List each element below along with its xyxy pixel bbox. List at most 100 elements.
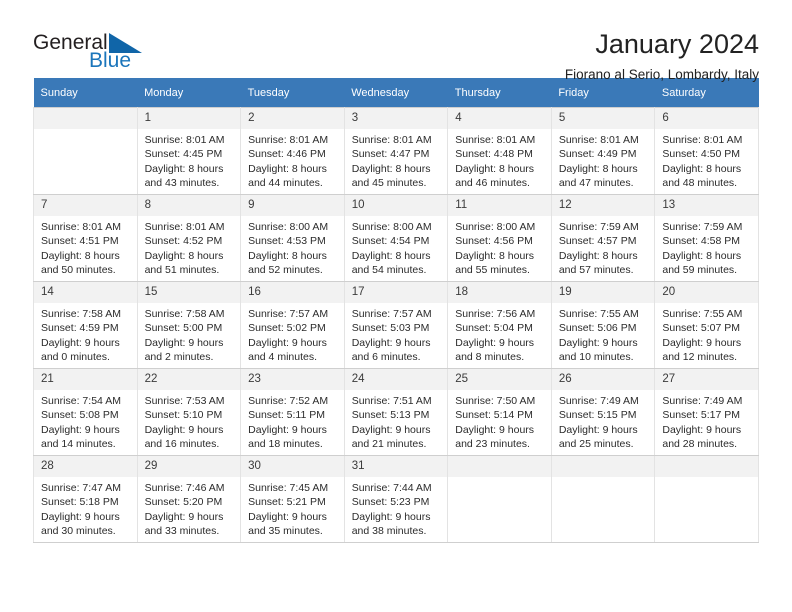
day-number: 31 [344, 456, 448, 477]
day-details: Sunrise: 8:01 AM Sunset: 4:49 PM Daylight:… [552, 129, 655, 190]
day-number: 20 [655, 282, 758, 303]
day-number: 30 [241, 456, 344, 477]
day-number: 13 [655, 195, 758, 216]
sunset-time: Sunset: 5:04 PM [455, 322, 533, 335]
calendar-day-cell[interactable]: 31 Sunrise: 7:44 AM Sunset: 5:23 PM Dayligh… [343, 455, 449, 543]
daylight-duration-line1: Daylight: 9 hours [558, 336, 638, 349]
calendar-day-cell[interactable]: 1 Sunrise: 8:01 AM Sunset: 4:45 PM Daylight… [136, 107, 242, 195]
calendar-day-cell[interactable]: 10 Sunrise: 8:00 AM Sunset: 4:54 PM Dayligh… [343, 194, 449, 282]
sunset-time: Sunset: 5:21 PM [248, 496, 326, 509]
sunrise-time: Sunrise: 8:00 AM [248, 221, 329, 233]
calendar-day-cell[interactable]: 7 Sunrise: 8:01 AM Sunset: 4:51 PM Daylight… [33, 194, 138, 282]
day-details: Sunrise: 7:47 AM Sunset: 5:18 PM Daylight:… [34, 477, 137, 538]
calendar-day-cell[interactable]: 28 Sunrise: 7:47 AM Sunset: 5:18 PM Dayligh… [33, 455, 138, 543]
day-details: Sunrise: 7:50 AM Sunset: 5:14 PM Daylight:… [448, 390, 551, 451]
day-details [34, 129, 137, 133]
sunset-time: Sunset: 4:53 PM [248, 235, 326, 248]
sunrise-time: Sunrise: 8:01 AM [455, 134, 536, 146]
calendar-day-cell[interactable]: 18 Sunrise: 7:56 AM Sunset: 5:04 PM Dayligh… [447, 281, 552, 369]
day-number: 6 [655, 108, 758, 129]
calendar-day-cell[interactable]: 20 Sunrise: 7:55 AM Sunset: 5:07 PM Dayligh… [654, 281, 759, 369]
sunrise-time: Sunrise: 7:53 AM [144, 395, 225, 407]
sunset-time: Sunset: 5:13 PM [351, 409, 430, 422]
calendar-cell-empty [550, 455, 656, 543]
weekday-header-tuesday: Tuesday [240, 78, 345, 108]
calendar-day-cell[interactable]: 12 Sunrise: 7:59 AM Sunset: 4:57 PM Dayligh… [550, 194, 656, 282]
daylight-duration-line2: and 6 minutes. [351, 350, 421, 363]
daylight-duration-line2: and 25 minutes. [558, 437, 634, 450]
calendar-day-cell[interactable]: 26 Sunrise: 7:49 AM Sunset: 5:15 PM Dayligh… [550, 368, 656, 456]
sunset-time: Sunset: 5:20 PM [144, 496, 223, 509]
sunset-time: Sunset: 4:47 PM [351, 148, 430, 161]
calendar-day-cell[interactable]: 11 Sunrise: 8:00 AM Sunset: 4:56 PM Dayligh… [447, 194, 552, 282]
daylight-duration-line2: and 46 minutes. [455, 176, 530, 189]
daylight-duration-line2: and 14 minutes. [41, 437, 116, 450]
sunrise-time: Sunrise: 7:55 AM [662, 308, 743, 320]
sunrise-time: Sunrise: 7:54 AM [41, 395, 121, 407]
day-details: Sunrise: 8:01 AM Sunset: 4:48 PM Daylight:… [448, 129, 551, 190]
calendar-day-cell[interactable]: 5 Sunrise: 8:01 AM Sunset: 4:49 PM Daylight… [550, 107, 656, 195]
calendar-day-cell[interactable]: 6 Sunrise: 8:01 AM Sunset: 4:50 PM Daylight… [654, 107, 759, 195]
location-subtitle: Fiorano al Serio, Lombardy, Italy [564, 67, 759, 82]
sunset-time: Sunset: 4:54 PM [351, 235, 430, 248]
calendar-day-cell[interactable]: 21 Sunrise: 7:54 AM Sunset: 5:08 PM Dayligh… [33, 368, 138, 456]
sunset-time: Sunset: 4:46 PM [248, 148, 326, 161]
sunset-time: Sunset: 5:11 PM [248, 409, 325, 422]
calendar-day-cell[interactable]: 19 Sunrise: 7:55 AM Sunset: 5:06 PM Dayligh… [550, 281, 656, 369]
calendar-day-cell[interactable]: 8 Sunrise: 8:01 AM Sunset: 4:52 PM Daylight… [136, 194, 242, 282]
day-number: 8 [137, 195, 241, 216]
day-number [655, 456, 758, 477]
calendar-day-cell[interactable]: 25 Sunrise: 7:50 AM Sunset: 5:14 PM Dayligh… [447, 368, 552, 456]
day-details: Sunrise: 7:49 AM Sunset: 5:15 PM Daylight:… [552, 390, 655, 451]
daylight-duration-line2: and 51 minutes. [144, 263, 220, 276]
sunset-time: Sunset: 5:23 PM [351, 496, 430, 509]
day-number: 10 [344, 195, 448, 216]
day-details: Sunrise: 7:56 AM Sunset: 5:04 PM Daylight:… [448, 303, 551, 364]
daylight-duration-line1: Daylight: 9 hours [248, 510, 327, 523]
sunset-time: Sunset: 4:51 PM [41, 235, 119, 248]
calendar-day-cell[interactable]: 4 Sunrise: 8:01 AM Sunset: 4:48 PM Daylight… [447, 107, 552, 195]
day-details: Sunrise: 7:51 AM Sunset: 5:13 PM Daylight:… [345, 390, 448, 451]
calendar-day-cell[interactable]: 22 Sunrise: 7:53 AM Sunset: 5:10 PM Dayligh… [136, 368, 242, 456]
day-number [551, 456, 655, 477]
sunrise-time: Sunrise: 8:01 AM [248, 134, 329, 146]
daylight-duration-line1: Daylight: 9 hours [351, 423, 431, 436]
daylight-duration-line1: Daylight: 9 hours [144, 336, 224, 349]
day-details: Sunrise: 7:49 AM Sunset: 5:17 PM Daylight:… [655, 390, 758, 451]
calendar-day-cell[interactable]: 2 Sunrise: 8:01 AM Sunset: 4:46 PM Daylight… [240, 107, 345, 195]
day-details: Sunrise: 8:00 AM Sunset: 4:56 PM Daylight:… [448, 216, 551, 277]
calendar-day-cell[interactable]: 16 Sunrise: 7:57 AM Sunset: 5:02 PM Dayligh… [240, 281, 345, 369]
sunset-time: Sunset: 5:00 PM [144, 322, 223, 335]
daylight-duration-line2: and 28 minutes. [662, 437, 738, 450]
daylight-duration-line1: Daylight: 8 hours [144, 249, 224, 262]
sunrise-time: Sunrise: 7:58 AM [144, 308, 225, 320]
calendar-day-cell[interactable]: 30 Sunrise: 7:45 AM Sunset: 5:21 PM Dayligh… [240, 455, 345, 543]
sunrise-time: Sunrise: 7:52 AM [248, 395, 329, 407]
sunrise-time: Sunrise: 7:57 AM [351, 308, 432, 320]
calendar-day-cell[interactable]: 23 Sunrise: 7:52 AM Sunset: 5:11 PM Dayligh… [240, 368, 345, 456]
sunrise-time: Sunrise: 8:01 AM [144, 221, 225, 233]
calendar-day-cell[interactable]: 27 Sunrise: 7:49 AM Sunset: 5:17 PM Dayligh… [654, 368, 759, 456]
daylight-duration-line1: Daylight: 8 hours [455, 249, 535, 262]
title-block: January 2024 Fiorano al Serio, Lombardy,… [565, 28, 759, 84]
calendar-day-cell[interactable]: 29 Sunrise: 7:46 AM Sunset: 5:20 PM Dayligh… [136, 455, 242, 543]
daylight-duration-line1: Daylight: 8 hours [248, 162, 327, 175]
sunrise-time: Sunrise: 7:59 AM [558, 221, 639, 233]
daylight-duration-line1: Daylight: 9 hours [455, 336, 535, 349]
calendar-day-cell[interactable]: 14 Sunrise: 7:58 AM Sunset: 4:59 PM Dayligh… [33, 281, 138, 369]
day-details: Sunrise: 7:57 AM Sunset: 5:02 PM Daylight:… [241, 303, 344, 364]
calendar-day-cell[interactable]: 3 Sunrise: 8:01 AM Sunset: 4:47 PM Daylight… [343, 107, 449, 195]
daylight-duration-line2: and 12 minutes. [662, 350, 738, 363]
calendar-day-cell[interactable]: 15 Sunrise: 7:58 AM Sunset: 5:00 PM Dayligh… [136, 281, 242, 369]
calendar-day-cell[interactable]: 13 Sunrise: 7:59 AM Sunset: 4:58 PM Dayligh… [654, 194, 759, 282]
calendar-day-cell[interactable]: 17 Sunrise: 7:57 AM Sunset: 5:03 PM Dayligh… [343, 281, 449, 369]
daylight-duration-line1: Daylight: 8 hours [351, 162, 431, 175]
calendar-day-cell[interactable]: 9 Sunrise: 8:00 AM Sunset: 4:53 PM Daylight… [240, 194, 345, 282]
day-number: 21 [34, 369, 137, 390]
sunset-time: Sunset: 5:06 PM [558, 322, 637, 335]
sunset-time: Sunset: 4:59 PM [41, 322, 119, 335]
sunset-time: Sunset: 5:15 PM [558, 409, 637, 422]
calendar-day-cell[interactable]: 24 Sunrise: 7:51 AM Sunset: 5:13 PM Dayligh… [343, 368, 449, 456]
day-number: 5 [551, 108, 655, 129]
daylight-duration-line2: and 55 minutes. [455, 263, 530, 276]
